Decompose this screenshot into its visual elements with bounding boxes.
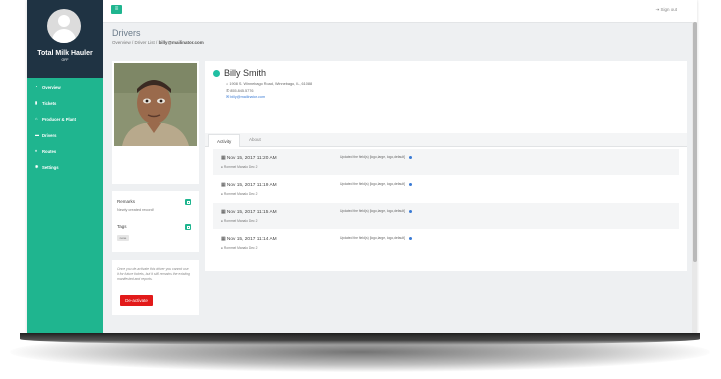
brand-sub: OFF xyxy=(61,58,69,62)
activity-user: ● Rommel Manalo Dec 2 xyxy=(221,192,257,196)
info-icon[interactable] xyxy=(408,155,412,159)
sidebar-item-overview[interactable]: ◔ Overview xyxy=(27,79,103,95)
tab-activity[interactable]: Activity xyxy=(208,134,241,147)
activity-user-text: Rommel Manalo Dec 2 xyxy=(223,165,258,169)
activity-user: ● Rommel Manalo Dec 2 xyxy=(221,246,257,250)
activity-description: Updated the field(s) [logo,large, logo,d… xyxy=(340,209,412,213)
activity-item: ▦ Nov 15, 2017 11:19 AM ● Rommel Manalo … xyxy=(213,176,679,203)
avatar-head-icon xyxy=(58,15,70,27)
tabs-bar: Activity About xyxy=(205,133,687,147)
gears-icon: ✱ xyxy=(35,164,39,169)
breadcrumb-driver-list[interactable]: Driver List xyxy=(135,40,155,45)
activity-user: ● Rommel Manalo Dec 2 xyxy=(221,219,257,223)
profile-photo-card xyxy=(112,61,199,184)
app-window: Total Milk Hauler OFF ◔ Overview ▮ Ticke… xyxy=(27,0,697,333)
activity-user-text: Rommel Manalo Dec 2 xyxy=(223,219,258,223)
info-icon[interactable] xyxy=(408,236,412,240)
activity-date-text: Nov 15, 2017 11:15 AM xyxy=(226,210,277,215)
activity-desc-text: Updated the field(s) [logo,large, logo,d… xyxy=(340,155,405,159)
info-icon[interactable] xyxy=(408,182,412,186)
status-indicator xyxy=(213,70,220,77)
driver-email-text[interactable]: billy@mailinator.com xyxy=(230,95,265,99)
sidebar-item-label: Settings xyxy=(42,164,59,170)
device-shadow-glow xyxy=(10,332,710,372)
edit-remarks-button[interactable] xyxy=(185,199,191,205)
scrollbar-thumb[interactable] xyxy=(692,22,697,262)
breadcrumb: Overview / Driver List / billy@mailinato… xyxy=(112,40,204,45)
sidebar-item-drivers[interactable]: ▬ Drivers xyxy=(27,127,103,143)
tags-label: Tags xyxy=(117,224,127,229)
brand-name: Total Milk Hauler xyxy=(37,50,93,57)
activity-item: ▦ Nov 15, 2017 11:20 AM ● Rommel Manalo … xyxy=(213,149,679,176)
driver-name: Billy Smith xyxy=(224,68,267,78)
activity-item: ▦ Nov 15, 2017 11:14 AM ● Rommel Manalo … xyxy=(213,230,679,257)
edit-tags-button[interactable] xyxy=(185,224,191,230)
sidebar-item-producer-plant[interactable]: ⌂ Producer & Plant xyxy=(27,111,103,127)
avatar[interactable] xyxy=(47,9,81,43)
sidebar-header: Total Milk Hauler OFF xyxy=(27,0,103,78)
activity-desc-text: Updated the field(s) [logo,large, logo,d… xyxy=(340,182,405,186)
activity-date: ▦ Nov 15, 2017 11:14 AM xyxy=(221,237,277,242)
activity-desc-text: Updated the field(s) [logo,large, logo,d… xyxy=(340,209,405,213)
map-marker-icon: ♦ xyxy=(35,148,38,153)
breadcrumb-overview[interactable]: Overview xyxy=(112,40,131,45)
page-title: Drivers xyxy=(112,28,141,38)
activity-date-text: Nov 15, 2017 11:14 AM xyxy=(226,237,277,242)
driver-address-text: 1908 S. Winnebago Road, Winnebago, IL, 6… xyxy=(229,82,313,86)
deactivate-button[interactable]: De-activate xyxy=(120,295,153,306)
page-scrollbar[interactable] xyxy=(692,22,697,333)
activity-user-text: Rommel Manalo Dec 2 xyxy=(223,246,258,250)
activity-date: ▦ Nov 15, 2017 11:15 AM xyxy=(221,210,277,215)
sidebar-item-label: Tickets xyxy=(42,100,57,106)
sign-out-label: Sign out xyxy=(660,7,677,12)
tab-about[interactable]: About xyxy=(241,133,269,146)
activity-user-text: Rommel Manalo Dec 2 xyxy=(223,192,258,196)
breadcrumb-current: billy@mailinator.com xyxy=(158,40,204,45)
driver-detail-panel: Billy Smith ⌂ 1908 S. Winnebago Road, Wi… xyxy=(205,61,687,271)
activity-description: Updated the field(s) [logo,large, logo,d… xyxy=(340,182,412,186)
activity-date: ▦ Nov 15, 2017 11:20 AM xyxy=(221,156,277,161)
activity-description: Updated the field(s) [logo,large, logo,d… xyxy=(340,236,412,240)
gauge-icon: ◔ xyxy=(35,84,38,89)
sidebar-item-tickets[interactable]: ▮ Tickets xyxy=(27,95,103,111)
activity-description: Updated the field(s) [logo,large, logo,d… xyxy=(340,155,412,159)
driver-email[interactable]: ✉ billy@mailinator.com xyxy=(226,94,265,99)
sidebar: Total Milk Hauler OFF ◔ Overview ▮ Ticke… xyxy=(27,0,103,333)
activity-desc-text: Updated the field(s) [logo,large, logo,d… xyxy=(340,236,405,240)
driver-phone-text: 855.845.5776 xyxy=(230,89,254,93)
driver-photo xyxy=(114,63,197,146)
deactivate-card: Once you de-activate this driver you can… xyxy=(112,260,199,315)
activity-user: ● Rommel Manalo Dec 2 xyxy=(221,165,257,169)
remarks-text: Newly created record! xyxy=(117,208,154,212)
activity-date-text: Nov 15, 2017 11:20 AM xyxy=(226,156,277,161)
sidebar-item-label: Drivers xyxy=(42,132,57,138)
driver-address: ⌂ 1908 S. Winnebago Road, Winnebago, IL,… xyxy=(226,82,312,86)
sidebar-item-label: Producer & Plant xyxy=(42,116,76,122)
sign-out-link[interactable]: ⇥ Sign out xyxy=(655,7,677,13)
sidebar-item-label: Overview xyxy=(42,84,61,90)
sidebar-item-label: Routes xyxy=(42,148,57,154)
avatar-body-icon xyxy=(52,29,76,43)
menu-toggle-button[interactable]: ≡ xyxy=(111,5,122,14)
activity-date-text: Nov 15, 2017 11:19 AM xyxy=(226,183,277,188)
file-icon: ▮ xyxy=(35,100,38,105)
deactivate-warning: Once you de-activate this driver you can… xyxy=(117,267,190,281)
activity-list: ▦ Nov 15, 2017 11:20 AM ● Rommel Manalo … xyxy=(205,149,687,257)
remarks-tags-card: Remarks Newly created record! Tags none xyxy=(112,191,199,252)
truck-icon: ▬ xyxy=(35,132,39,137)
sidebar-nav: ◔ Overview ▮ Tickets ⌂ Producer & Plant … xyxy=(27,79,103,175)
sidebar-item-settings[interactable]: ✱ Settings xyxy=(27,159,103,175)
tag-chip[interactable]: none xyxy=(117,235,129,241)
topbar: ≡ ⇥ Sign out xyxy=(103,0,697,23)
activity-item: ▦ Nov 15, 2017 11:15 AM ● Rommel Manalo … xyxy=(213,203,679,230)
activity-date: ▦ Nov 15, 2017 11:19 AM xyxy=(221,183,277,188)
driver-phone: ✆ 855.845.5776 xyxy=(226,88,253,93)
info-icon[interactable] xyxy=(408,209,412,213)
sidebar-item-routes[interactable]: ♦ Routes xyxy=(27,143,103,159)
remarks-label: Remarks xyxy=(117,199,136,204)
barn-icon: ⌂ xyxy=(35,116,38,121)
